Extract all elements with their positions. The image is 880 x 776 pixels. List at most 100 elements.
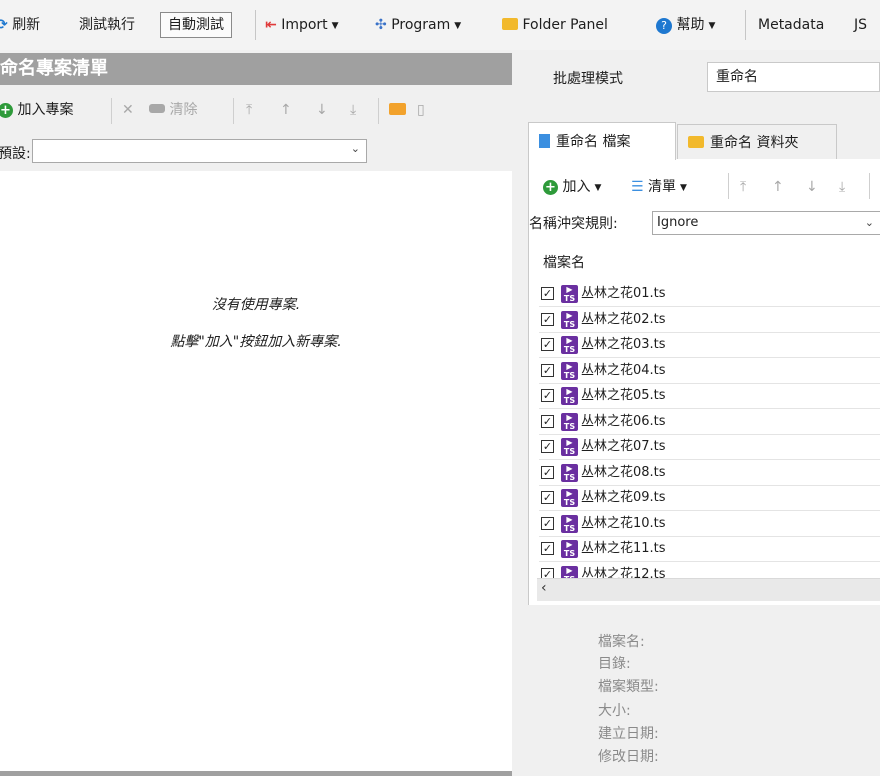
project-list-title: 命名專案清單	[0, 58, 108, 79]
program-menu[interactable]: ✣ Program ▼	[375, 12, 461, 38]
file-name: 丛林之花10.ts	[581, 516, 666, 531]
refresh-button[interactable]: ⟳ 刷新	[0, 12, 40, 38]
tab-files-label: 重命名 檔案	[556, 134, 631, 150]
file-name: 丛林之花04.ts	[581, 363, 666, 378]
empty-hint: 點擊"加入"按鈕加入新專案.	[170, 334, 342, 350]
file-checkbox[interactable]: ✓	[541, 389, 554, 402]
empty-message: 沒有使用專案.	[211, 297, 301, 313]
chevron-down-icon: ▼	[594, 183, 602, 193]
move-top-icon: ⤒	[740, 179, 747, 195]
toolbar-divider	[233, 98, 234, 124]
file-row[interactable]: ✓ ▶ TS 丛林之花07.ts	[539, 435, 880, 460]
file-checkbox[interactable]: ✓	[541, 338, 554, 351]
file-name: 丛林之花11.ts	[581, 541, 666, 556]
clear-button[interactable]: 清除	[149, 100, 197, 120]
info-modified-label: 修改日期:	[598, 749, 659, 765]
move-top-button[interactable]: ⤒	[246, 100, 252, 120]
tab-folders-label: 重命名 資料夾	[710, 135, 799, 151]
file-row[interactable]: ✓ ▶ TS 丛林之花03.ts	[539, 333, 880, 358]
toolbar-divider	[869, 173, 870, 199]
refresh-icon: ⟳	[0, 17, 8, 33]
preset-select[interactable]: ⌄	[32, 139, 367, 163]
preset-label: 預設:	[0, 146, 31, 162]
test-run-label: 測試執行	[79, 17, 135, 33]
metadata-button[interactable]: Metadata	[758, 12, 824, 38]
move-bottom-button[interactable]: ⤓	[350, 100, 356, 120]
file-checkbox[interactable]: ✓	[541, 466, 554, 479]
js-button[interactable]: JS	[854, 12, 867, 38]
move-up-button[interactable]: ↑	[772, 176, 784, 198]
help-menu[interactable]: ? 幫助 ▼	[656, 12, 715, 38]
file-checkbox[interactable]: ✓	[541, 491, 554, 504]
file-row[interactable]: ✓ ▶ TS 丛林之花06.ts	[539, 410, 880, 435]
file-row[interactable]: ✓ ▶ TS 丛林之花10.ts	[539, 512, 880, 537]
arrow-up-icon: ↑	[772, 179, 784, 195]
save-button[interactable]: ▯	[417, 100, 425, 120]
import-menu[interactable]: ⇤ Import ▼	[265, 12, 339, 38]
file-checkbox[interactable]: ✓	[541, 542, 554, 555]
file-row[interactable]: ✓ ▶ TS 丛林之花11.ts	[539, 537, 880, 562]
file-row[interactable]: ✓ ▶ TS 丛林之花04.ts	[539, 359, 880, 384]
move-top-icon: ⤒	[246, 102, 253, 118]
chevron-left-icon[interactable]: ‹	[541, 580, 547, 596]
add-icon: +	[543, 180, 558, 195]
close-icon: ✕	[122, 102, 134, 118]
file-row[interactable]: ✓ ▶ TS 丛林之花05.ts	[539, 384, 880, 409]
file-checkbox[interactable]: ✓	[541, 415, 554, 428]
file-checkbox[interactable]: ✓	[541, 313, 554, 326]
toolbar-divider	[255, 10, 256, 40]
import-icon: ⇤	[265, 17, 277, 33]
folder-panel-label: Folder Panel	[522, 17, 608, 33]
video-ts-icon: ▶TS	[561, 464, 578, 482]
batch-mode-select[interactable]: 重命名	[707, 62, 880, 92]
chevron-down-icon: ⌄	[350, 142, 360, 155]
rename-files-panel: + 加入 ▼ ☰ 清單 ▼ ⤒ ↑ ↓ ⤓ 名稱沖突規則: Ignore ⌄ 檔案名…	[528, 159, 880, 605]
list-menu[interactable]: ☰ 清單 ▼	[631, 176, 687, 198]
auto-test-toggle[interactable]: 自動測試	[160, 12, 232, 38]
move-down-button[interactable]: ↓	[316, 100, 328, 120]
file-name: 丛林之花08.ts	[581, 465, 666, 480]
file-checkbox[interactable]: ✓	[541, 287, 554, 300]
chevron-down-icon: ⌄	[864, 216, 874, 229]
metadata-label: Metadata	[758, 17, 825, 33]
move-top-button[interactable]: ⤒	[740, 176, 746, 198]
file-checkbox[interactable]: ✓	[541, 440, 554, 453]
chevron-down-icon: ▼	[680, 183, 687, 193]
file-row[interactable]: ✓ ▶ TS 丛林之花09.ts	[539, 486, 880, 511]
list-label: 清單	[648, 179, 677, 195]
file-row[interactable]: ✓ ▶ TS 丛林之花01.ts	[539, 282, 880, 307]
add-label: 加入	[562, 179, 591, 195]
add-icon: +	[0, 103, 13, 118]
file-row[interactable]: ✓ ▶ TS 丛林之花02.ts	[539, 308, 880, 333]
file-name: 丛林之花06.ts	[581, 414, 666, 429]
file-row[interactable]: ✓ ▶ TS 丛林之花08.ts	[539, 461, 880, 486]
toolbar-divider	[378, 98, 379, 124]
video-ts-icon: ▶TS	[561, 362, 578, 380]
file-checkbox[interactable]: ✓	[541, 364, 554, 377]
tab-rename-files[interactable]: 重命名 檔案	[528, 122, 676, 160]
add-menu[interactable]: + 加入 ▼	[543, 176, 601, 198]
remove-button[interactable]: ✕	[122, 100, 134, 120]
test-run-button[interactable]: 測試執行	[79, 12, 135, 38]
conflict-rule-select[interactable]: Ignore ⌄	[652, 211, 880, 235]
horizontal-scrollbar[interactable]: ‹	[537, 578, 880, 601]
file-checkbox[interactable]: ✓	[541, 517, 554, 530]
move-up-button[interactable]: ↑	[280, 100, 292, 120]
add-project-button[interactable]: + 加入專案	[0, 100, 73, 120]
chevron-down-icon: ▼	[708, 21, 716, 31]
file-name: 丛林之花07.ts	[581, 439, 666, 454]
move-down-button[interactable]: ↓	[806, 176, 818, 198]
program-label: Program	[391, 17, 451, 33]
filename-column-header: 檔案名	[543, 255, 585, 271]
tab-rename-folders[interactable]: 重命名 資料夾	[677, 124, 837, 160]
folder-panel-button[interactable]: Folder Panel	[502, 12, 608, 38]
file-name: 丛林之花05.ts	[581, 388, 666, 403]
batch-mode-label: 批處理模式	[553, 71, 623, 87]
open-button[interactable]	[389, 100, 406, 120]
video-ts-icon: ▶TS	[561, 515, 578, 533]
project-list-area: 沒有使用專案. 點擊"加入"按鈕加入新專案.	[0, 171, 512, 771]
list-icon: ☰	[631, 179, 644, 195]
folder-icon	[688, 136, 704, 148]
conflict-rule-value: Ignore	[657, 215, 699, 230]
move-bottom-button[interactable]: ⤓	[839, 176, 845, 198]
